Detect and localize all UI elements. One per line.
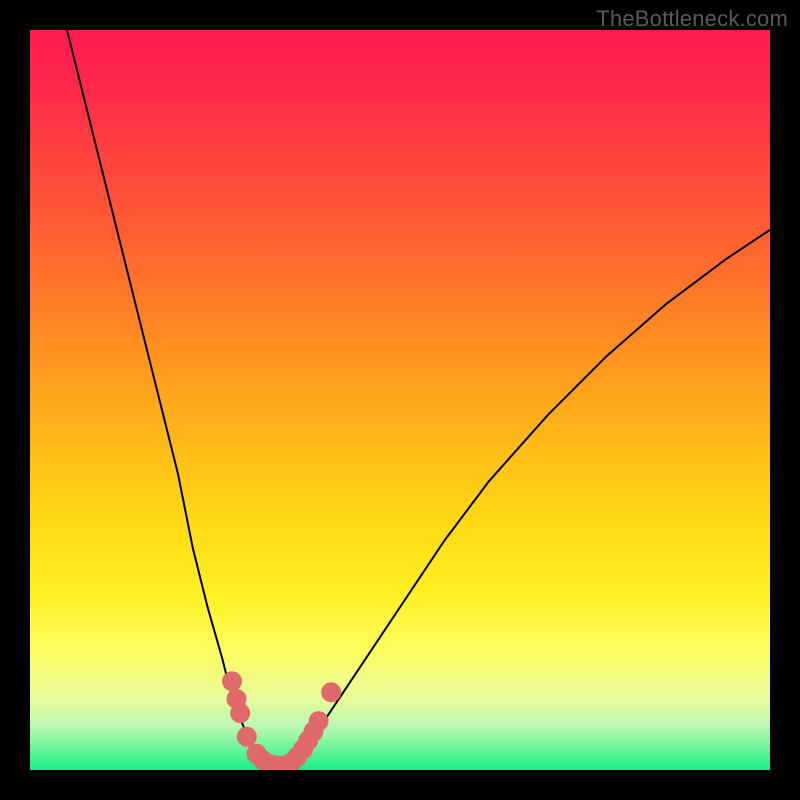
plot-area	[30, 30, 770, 770]
marker-group	[222, 671, 341, 770]
right-curve	[282, 230, 770, 767]
marker-point	[230, 703, 250, 723]
left-curve	[67, 30, 274, 766]
watermark-text: TheBottleneck.com	[596, 6, 788, 32]
chart-svg	[30, 30, 770, 770]
marker-point	[309, 711, 329, 731]
marker-point	[237, 727, 257, 747]
marker-point	[222, 671, 242, 691]
marker-point	[321, 682, 341, 702]
chart-frame: TheBottleneck.com	[0, 0, 800, 800]
